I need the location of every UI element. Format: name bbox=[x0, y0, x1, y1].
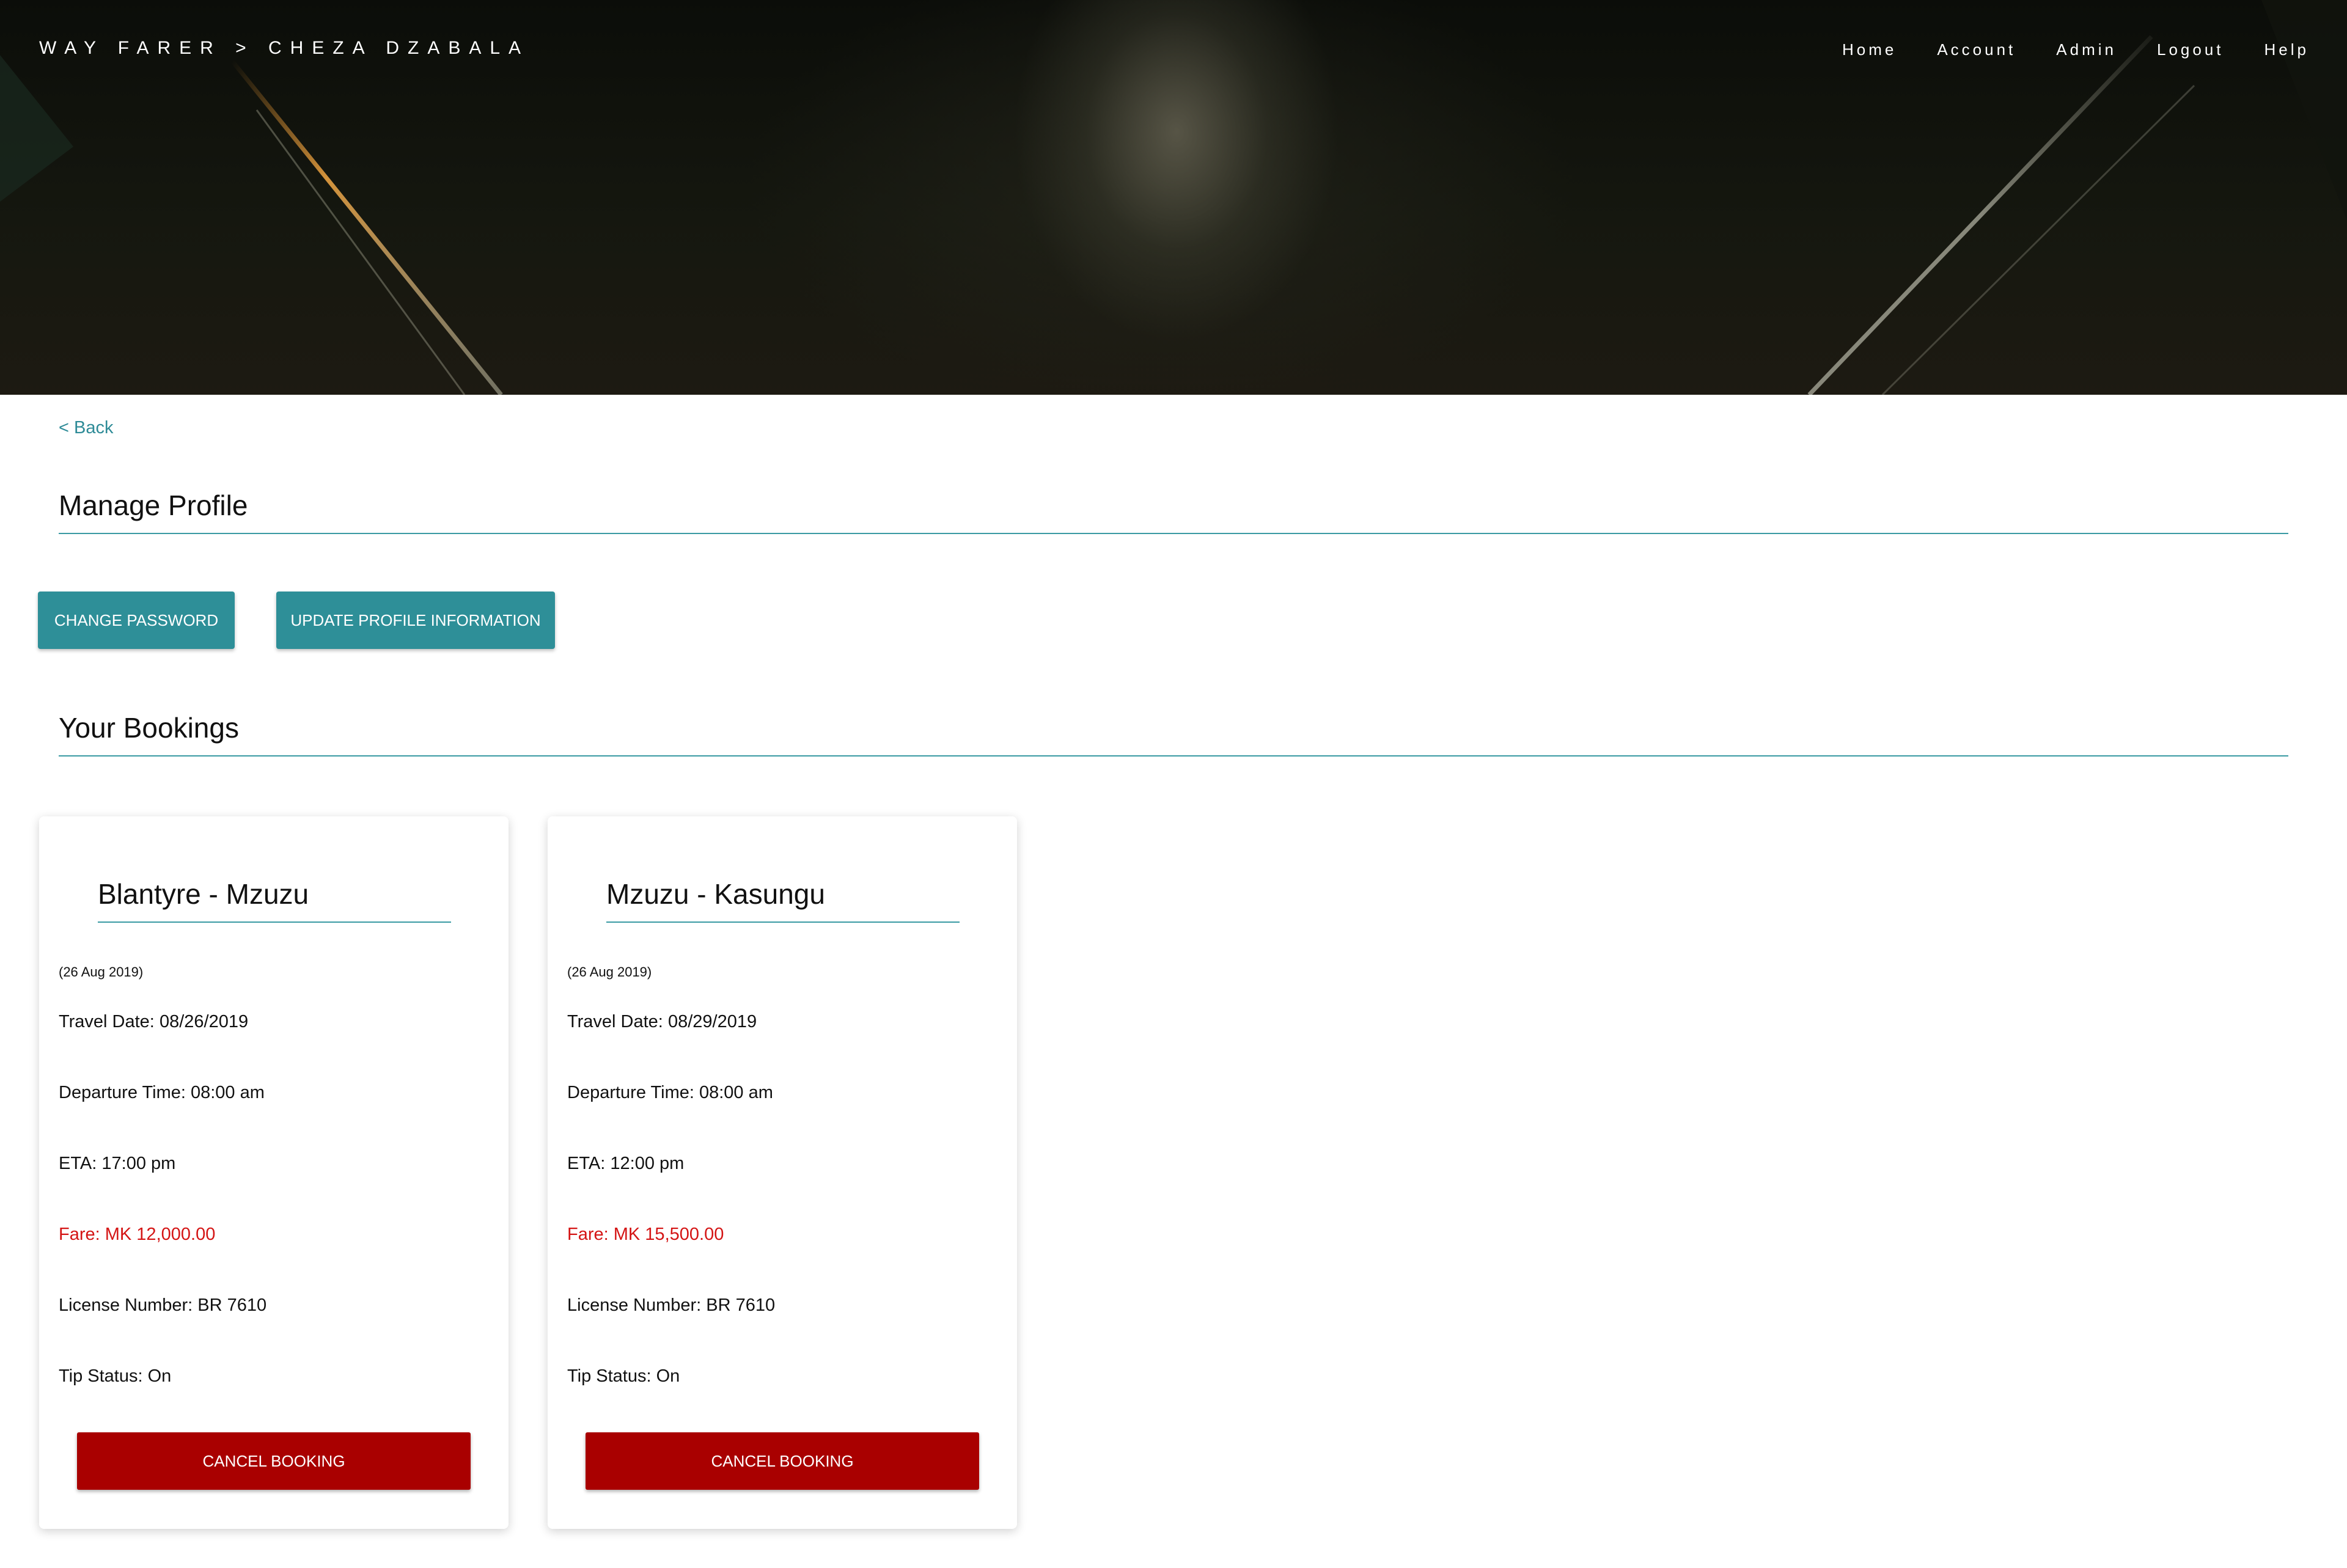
travel-date-value: 08/26/2019 bbox=[159, 1012, 249, 1031]
nav-logout[interactable]: Logout bbox=[2157, 40, 2224, 59]
travel-date-label: Travel Date: bbox=[567, 1012, 663, 1031]
departure-time-value: 08:00 am bbox=[699, 1083, 773, 1102]
booking-card: Mzuzu - Kasungu (26 Aug 2019) Travel Dat… bbox=[548, 816, 1017, 1529]
nav-admin[interactable]: Admin bbox=[2056, 40, 2117, 59]
license-number: License Number: BR 7610 bbox=[567, 1295, 775, 1316]
tip-status: Tip Status: On bbox=[567, 1366, 680, 1387]
license-number-value: BR 7610 bbox=[706, 1295, 776, 1315]
update-profile-button[interactable]: UPDATE PROFILE INFORMATION bbox=[276, 592, 555, 649]
eta: ETA: 12:00 pm bbox=[567, 1154, 684, 1174]
back-link[interactable]: < Back bbox=[59, 418, 113, 438]
departure-time-label: Departure Time: bbox=[567, 1083, 694, 1102]
departure-time: Departure Time: 08:00 am bbox=[59, 1083, 265, 1103]
nav-home[interactable]: Home bbox=[1842, 40, 1897, 59]
fare: Fare: MK 12,000.00 bbox=[59, 1225, 215, 1245]
travel-date-label: Travel Date: bbox=[59, 1012, 155, 1031]
manage-profile-title: Manage Profile bbox=[59, 489, 2288, 534]
fare-value: MK 12,000.00 bbox=[105, 1225, 216, 1244]
hero-header: WAY FARER > CHEZA DZABALA Home Account A… bbox=[0, 0, 2347, 395]
tip-status-label: Tip Status: bbox=[567, 1366, 652, 1386]
eta-label: ETA: bbox=[59, 1154, 97, 1173]
booking-date: (26 Aug 2019) bbox=[59, 964, 144, 980]
license-number-label: License Number: bbox=[567, 1295, 702, 1315]
fare-label: Fare: bbox=[59, 1225, 100, 1244]
travel-date-value: 08/29/2019 bbox=[667, 1012, 757, 1031]
eta-label: ETA: bbox=[567, 1154, 606, 1173]
change-password-button[interactable]: CHANGE PASSWORD bbox=[38, 592, 235, 649]
tip-status-label: Tip Status: bbox=[59, 1366, 143, 1386]
tip-status-value: On bbox=[656, 1366, 680, 1386]
tip-status-value: On bbox=[147, 1366, 172, 1386]
cancel-booking-button[interactable]: CANCEL BOOKING bbox=[77, 1432, 471, 1490]
booking-route: Blantyre - Mzuzu bbox=[98, 877, 451, 923]
departure-time: Departure Time: 08:00 am bbox=[567, 1083, 773, 1103]
fare: Fare: MK 15,500.00 bbox=[567, 1225, 724, 1245]
travel-date: Travel Date: 08/29/2019 bbox=[567, 1012, 757, 1032]
booking-route: Mzuzu - Kasungu bbox=[606, 877, 960, 923]
your-bookings-title: Your Bookings bbox=[59, 711, 2288, 757]
travel-date: Travel Date: 08/26/2019 bbox=[59, 1012, 248, 1032]
booking-date: (26 Aug 2019) bbox=[567, 964, 652, 980]
cancel-booking-button[interactable]: CANCEL BOOKING bbox=[586, 1432, 979, 1490]
eta-value: 12:00 pm bbox=[610, 1154, 685, 1173]
departure-time-value: 08:00 am bbox=[190, 1083, 265, 1102]
nav-help[interactable]: Help bbox=[2264, 40, 2309, 59]
license-number-value: BR 7610 bbox=[197, 1295, 267, 1315]
eta-value: 17:00 pm bbox=[101, 1154, 176, 1173]
fare-value: MK 15,500.00 bbox=[613, 1225, 724, 1244]
brand-breadcrumb[interactable]: WAY FARER > CHEZA DZABALA bbox=[39, 38, 529, 59]
departure-time-label: Departure Time: bbox=[59, 1083, 186, 1102]
license-number: License Number: BR 7610 bbox=[59, 1295, 266, 1316]
license-number-label: License Number: bbox=[59, 1295, 193, 1315]
fare-label: Fare: bbox=[567, 1225, 609, 1244]
top-nav: Home Account Admin Logout Help bbox=[1802, 40, 2309, 59]
nav-account[interactable]: Account bbox=[1937, 40, 2016, 59]
booking-card: Blantyre - Mzuzu (26 Aug 2019) Travel Da… bbox=[39, 816, 509, 1529]
eta: ETA: 17:00 pm bbox=[59, 1154, 175, 1174]
tip-status: Tip Status: On bbox=[59, 1366, 171, 1387]
